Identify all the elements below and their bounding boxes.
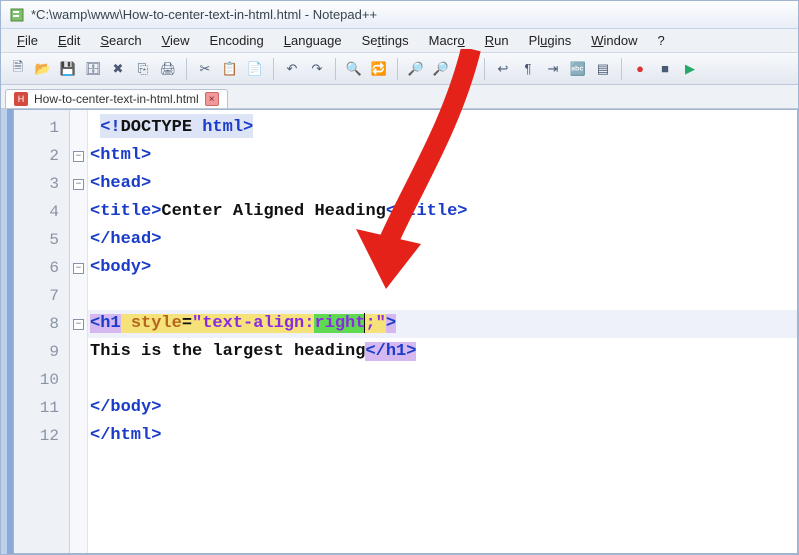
toolbar-separator: [335, 58, 336, 80]
macro-play-button[interactable]: ▶: [679, 58, 701, 80]
menu-help[interactable]: ?: [648, 31, 675, 50]
toolbar-separator: [484, 58, 485, 80]
toolbar: 🗎 📂 💾 🗄 ✖ ⎘ 🖨 ✂ 📋 📄 ↶ ↷ 🔍 🔁 🔎 🔎 🔄 ↩ ¶ ⇥ …: [1, 53, 798, 85]
copy-button[interactable]: 📋: [219, 58, 241, 80]
menu-plugins[interactable]: Plugins: [519, 31, 582, 50]
line-number: 4: [14, 198, 69, 226]
indent-guide-button[interactable]: ⇥: [542, 58, 564, 80]
line-number: 2: [14, 142, 69, 170]
new-file-button[interactable]: 🗎: [7, 58, 29, 80]
menu-run[interactable]: Run: [475, 31, 519, 50]
code-line-active: <h1 style="text-align:right;">: [88, 310, 797, 338]
fold-button[interactable]: ▤: [592, 58, 614, 80]
line-number: 9: [14, 338, 69, 366]
line-number-gutter: 1 2 3 4 5 6 7 8 9 10 11 12: [14, 110, 70, 553]
file-modified-icon: H: [14, 92, 28, 106]
code-line: This is the largest heading</h1>: [88, 338, 797, 366]
line-number: 5: [14, 226, 69, 254]
code-line: <title>Center Aligned Heading</title>: [88, 198, 797, 226]
fold-toggle-icon[interactable]: −: [73, 263, 84, 274]
toolbar-separator: [621, 58, 622, 80]
save-button[interactable]: 💾: [57, 58, 79, 80]
line-number: 12: [14, 422, 69, 450]
fold-toggle-icon[interactable]: −: [73, 151, 84, 162]
line-number: 11: [14, 394, 69, 422]
code-line: [88, 282, 797, 310]
tab-label: How-to-center-text-in-html.html: [34, 92, 199, 106]
word-wrap-button[interactable]: ↩: [492, 58, 514, 80]
zoom-in-button[interactable]: 🔎: [405, 58, 427, 80]
macro-record-button[interactable]: ●: [629, 58, 651, 80]
file-tab[interactable]: H How-to-center-text-in-html.html ×: [5, 89, 228, 108]
toolbar-separator: [273, 58, 274, 80]
close-all-button[interactable]: ⎘: [132, 58, 154, 80]
code-line: </body>: [88, 394, 797, 422]
line-number: 8: [14, 310, 69, 338]
replace-button[interactable]: 🔁: [368, 58, 390, 80]
app-icon: [9, 7, 25, 23]
title-bar: *C:\wamp\www\How-to-center-text-in-html.…: [1, 1, 798, 29]
close-button[interactable]: ✖: [107, 58, 129, 80]
menu-search[interactable]: Search: [90, 31, 151, 50]
code-line: [88, 366, 797, 394]
menu-file[interactable]: File: [7, 31, 48, 50]
line-number: 10: [14, 366, 69, 394]
tab-strip: H How-to-center-text-in-html.html ×: [1, 85, 798, 109]
print-button[interactable]: 🖨: [157, 58, 179, 80]
code-area[interactable]: <!DOCTYPE html> <html> <head> <title>Cen…: [88, 110, 797, 553]
menu-bar: File Edit Search View Encoding Language …: [1, 29, 798, 53]
undo-button[interactable]: ↶: [281, 58, 303, 80]
redo-button[interactable]: ↷: [306, 58, 328, 80]
code-line: <body>: [88, 254, 797, 282]
line-number: 7: [14, 282, 69, 310]
line-number: 3: [14, 170, 69, 198]
show-all-chars-button[interactable]: ¶: [517, 58, 539, 80]
menu-edit[interactable]: Edit: [48, 31, 90, 50]
toolbar-separator: [397, 58, 398, 80]
toolbar-separator: [186, 58, 187, 80]
save-all-button[interactable]: 🗄: [82, 58, 104, 80]
find-button[interactable]: 🔍: [343, 58, 365, 80]
line-number: 1: [14, 114, 69, 142]
zoom-out-button[interactable]: 🔎: [430, 58, 452, 80]
cut-button[interactable]: ✂: [194, 58, 216, 80]
code-line: </head>: [88, 226, 797, 254]
editor-area: 1 2 3 4 5 6 7 8 9 10 11 12 − − − − <!DOC…: [1, 109, 798, 554]
menu-encoding[interactable]: Encoding: [200, 31, 274, 50]
menu-macro[interactable]: Macro: [419, 31, 475, 50]
menu-window[interactable]: Window: [581, 31, 647, 50]
fold-toggle-icon[interactable]: −: [73, 179, 84, 190]
window-title: *C:\wamp\www\How-to-center-text-in-html.…: [31, 7, 377, 22]
fold-gutter: − − − −: [70, 110, 88, 553]
fold-toggle-icon[interactable]: −: [73, 319, 84, 330]
macro-stop-button[interactable]: ■: [654, 58, 676, 80]
menu-view[interactable]: View: [152, 31, 200, 50]
open-file-button[interactable]: 📂: [32, 58, 54, 80]
user-lang-button[interactable]: 🔤: [567, 58, 589, 80]
menu-settings[interactable]: Settings: [352, 31, 419, 50]
code-line: <!DOCTYPE html>: [88, 114, 797, 142]
editor-body: 1 2 3 4 5 6 7 8 9 10 11 12 − − − − <!DOC…: [13, 109, 798, 554]
code-line: <head>: [88, 170, 797, 198]
menu-language[interactable]: Language: [274, 31, 352, 50]
paste-button[interactable]: 📄: [244, 58, 266, 80]
code-line: <html>: [88, 142, 797, 170]
line-number: 6: [14, 254, 69, 282]
tab-close-icon[interactable]: ×: [205, 92, 219, 106]
code-line: </html>: [88, 422, 797, 450]
sync-button[interactable]: 🔄: [455, 58, 477, 80]
